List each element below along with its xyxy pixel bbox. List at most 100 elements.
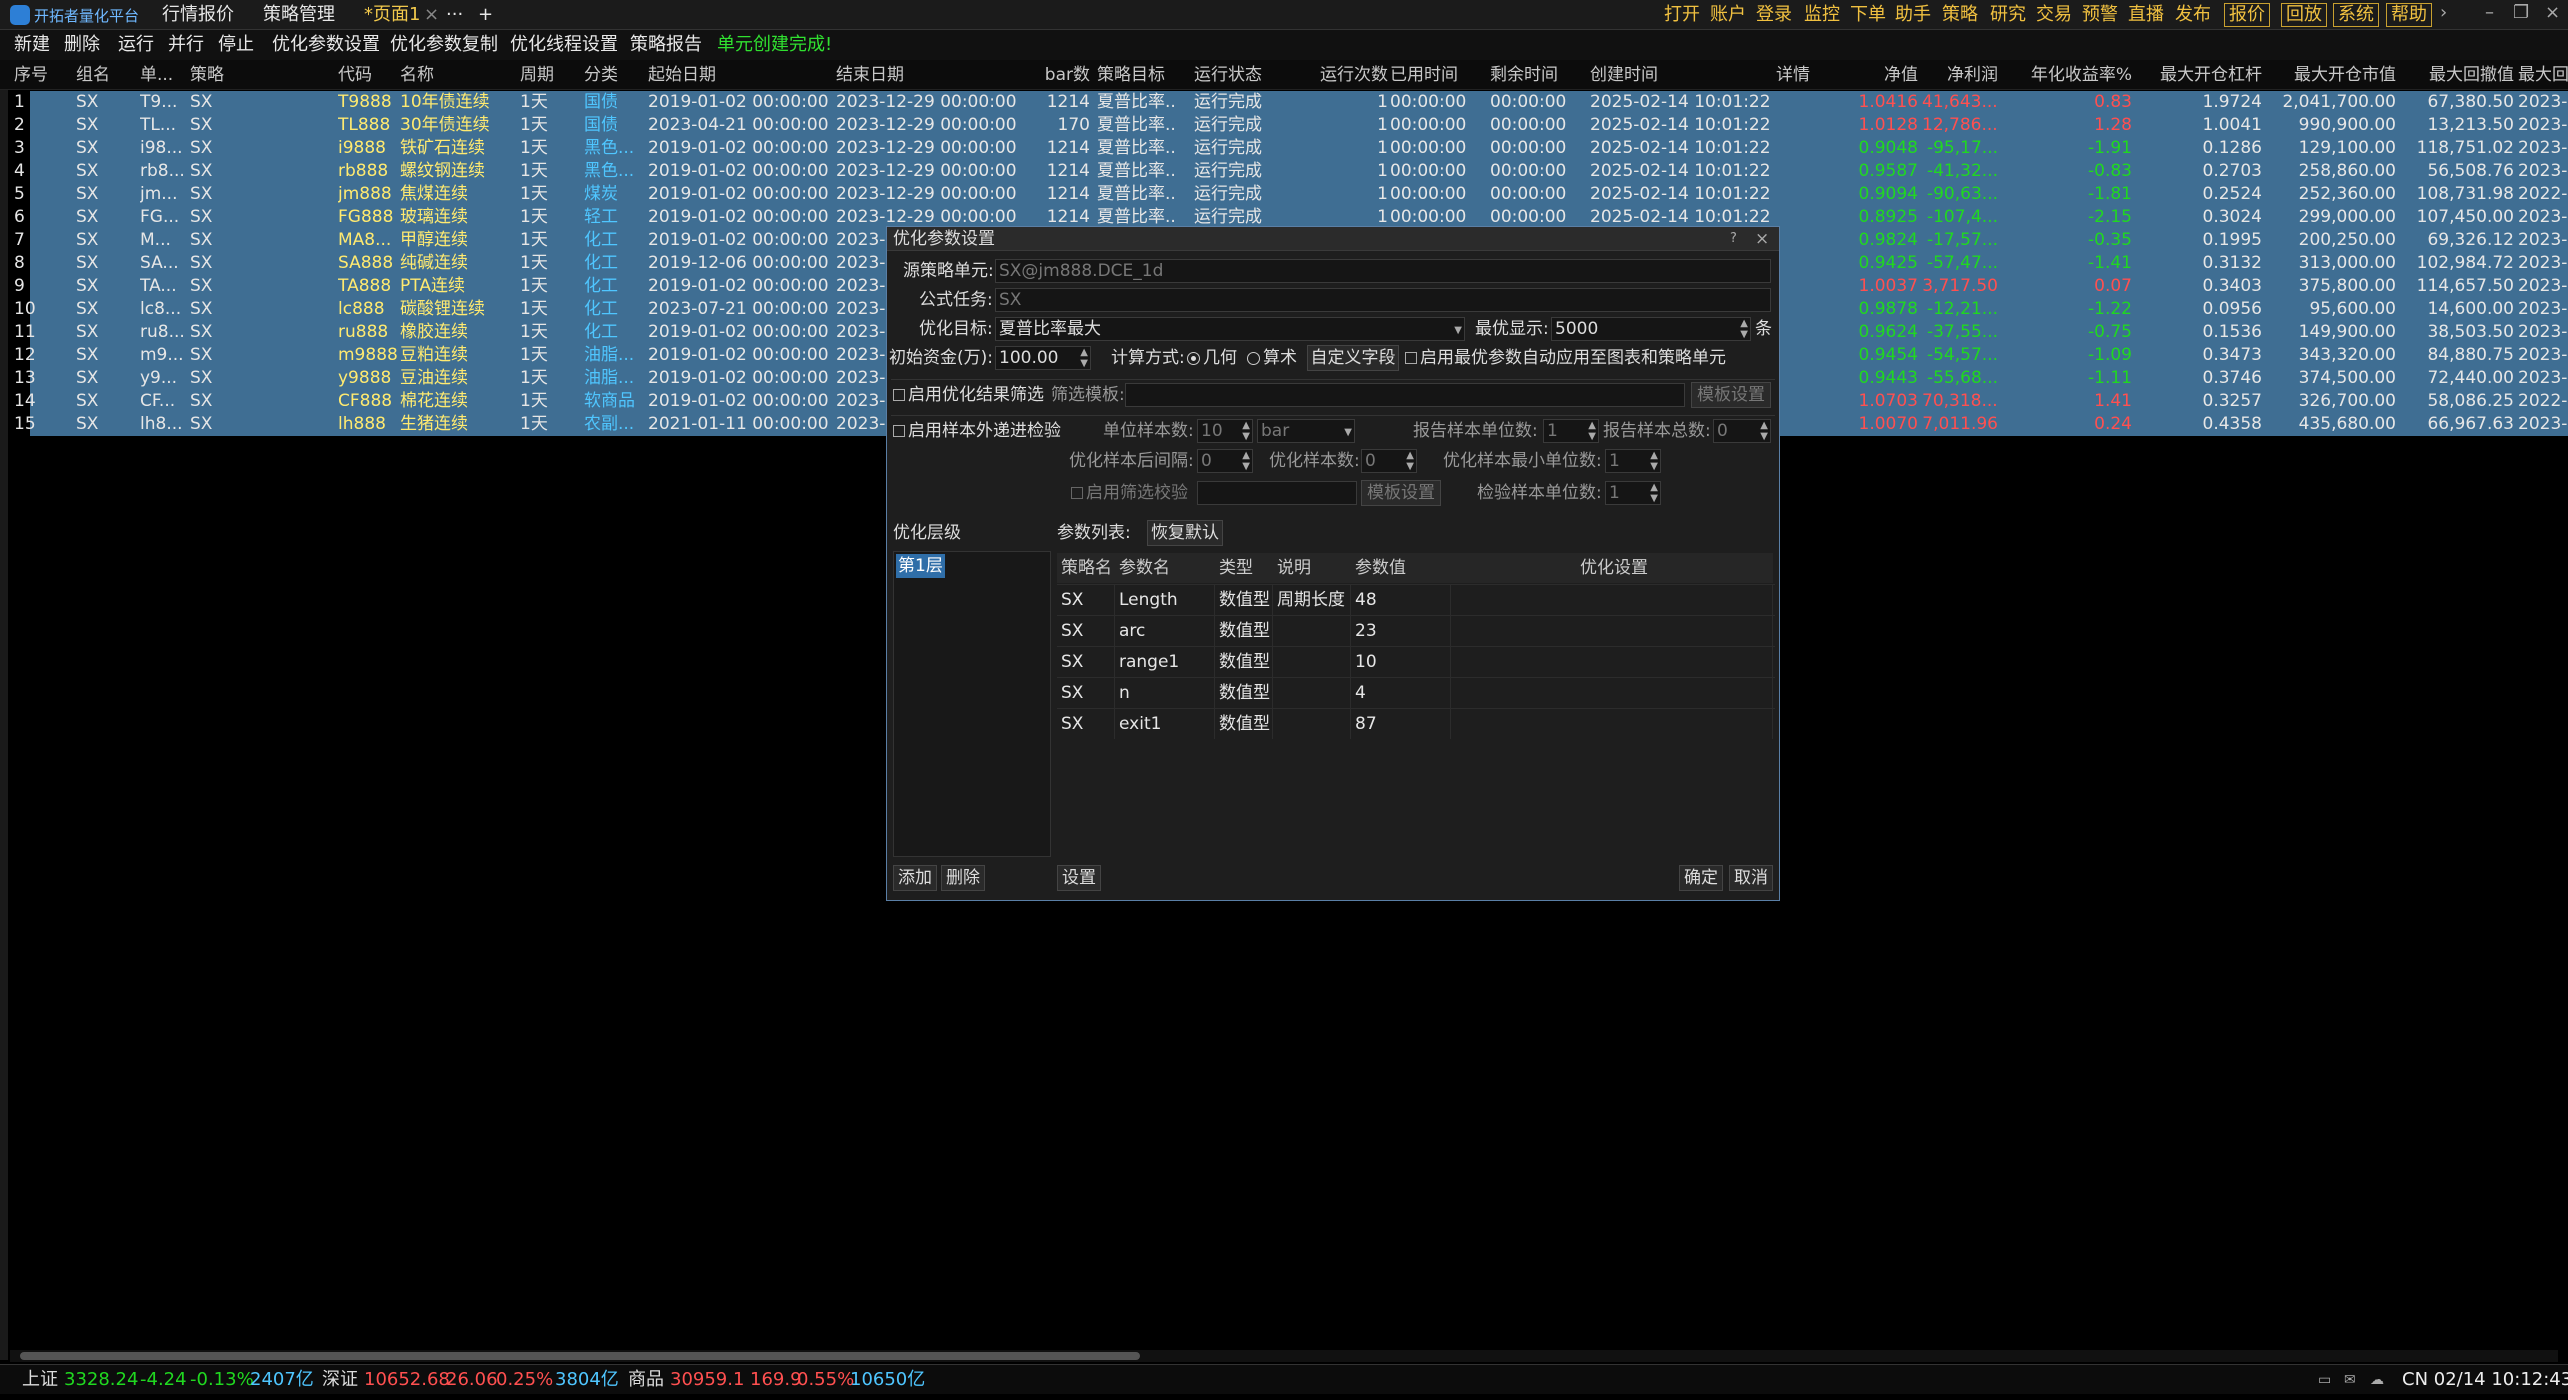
- help-icon[interactable]: ?: [1730, 227, 1737, 251]
- restore-icon[interactable]: ❐: [2513, 2, 2529, 23]
- param-cell[interactable]: 23: [1351, 616, 1451, 646]
- col-header[interactable]: 组名: [76, 64, 126, 86]
- col-header[interactable]: 策略目标: [1097, 64, 1177, 86]
- tab-market-quotes[interactable]: 行情报价: [162, 3, 234, 27]
- close-window-icon[interactable]: ×: [2545, 2, 2560, 23]
- message-icon[interactable]: ✉: [2344, 1369, 2356, 1391]
- spinner-icon[interactable]: ▲ ▼: [1650, 450, 1658, 472]
- param-row[interactable]: SX Length 数值型 周期长度 48: [1057, 584, 1775, 615]
- spinner-icon[interactable]: ▲ ▼: [1760, 420, 1768, 442]
- menu-publish[interactable]: 发布: [2175, 3, 2211, 27]
- template-settings-button-2[interactable]: 模板设置: [1361, 480, 1441, 506]
- ok-button[interactable]: 确定: [1679, 865, 1723, 891]
- param-cell[interactable]: 87: [1351, 709, 1451, 739]
- param-cell[interactable]: [1451, 585, 1773, 615]
- col-header[interactable]: 最大开仓杠杆: [2140, 64, 2262, 86]
- minimize-icon[interactable]: –: [2485, 2, 2494, 23]
- spinner-icon[interactable]: ▲ ▼: [1740, 318, 1748, 340]
- filter-enable-checkbox[interactable]: 启用优化结果筛选: [893, 383, 1044, 407]
- menu-assistant[interactable]: 助手: [1895, 3, 1931, 27]
- auto-apply-checkbox[interactable]: 启用最优参数自动应用至图表和策略单元: [1405, 346, 1726, 370]
- col-header[interactable]: 剩余时间: [1490, 64, 1570, 86]
- col-header[interactable]: bar数: [1030, 64, 1090, 86]
- tab-close-icon[interactable]: ×: [424, 3, 439, 27]
- calc-arithmetic-radio[interactable]: 算术: [1247, 346, 1297, 370]
- param-row[interactable]: SX exit1 数值型 87: [1057, 708, 1775, 739]
- add-tab-icon[interactable]: +: [478, 3, 493, 27]
- param-cell[interactable]: 10: [1351, 647, 1451, 677]
- opt-min-input[interactable]: 1 ▲ ▼: [1605, 449, 1661, 473]
- help-button[interactable]: 帮助: [2386, 3, 2432, 27]
- col-header[interactable]: 最大回撤值: [2400, 64, 2514, 86]
- toolbar-new-button[interactable]: 新建: [14, 33, 50, 57]
- col-header[interactable]: 名称: [400, 64, 500, 86]
- cloud-icon[interactable]: ☁: [2370, 1369, 2384, 1391]
- unit-count-input[interactable]: 10 ▲ ▼: [1197, 419, 1253, 443]
- scrollbar-thumb[interactable]: [20, 1352, 1140, 1360]
- system-button[interactable]: 系统: [2333, 3, 2379, 27]
- unit-type-select[interactable]: bar ▼: [1257, 419, 1355, 443]
- menu-account[interactable]: 账户: [1710, 3, 1746, 27]
- menu-open[interactable]: 打开: [1664, 3, 1700, 27]
- menu-strategy[interactable]: 策略: [1942, 3, 1978, 27]
- opt-target-select[interactable]: 夏普比率最大 ▼: [995, 317, 1465, 341]
- col-header[interactable]: 运行次数: [1300, 64, 1388, 86]
- more-tabs-icon[interactable]: ···: [446, 3, 463, 27]
- oos-enable-checkbox[interactable]: 启用样本外递进检验: [893, 419, 1061, 443]
- opt-count-input[interactable]: 0 ▲ ▼: [1361, 449, 1417, 473]
- param-row[interactable]: SX arc 数值型 23: [1057, 615, 1775, 646]
- table-row[interactable]: 5 SX jm... SX jm888 焦煤连续 1天 煤炭 2019-01-02 00:00:…: [14, 183, 2568, 206]
- col-header[interactable]: 已用时间: [1390, 64, 1470, 86]
- col-header[interactable]: 策略: [190, 64, 260, 86]
- table-row[interactable]: 4 SX rb8... SX rb888 螺纹钢连续 1天 黑色... 2019-01-02 0…: [14, 160, 2568, 183]
- add-button[interactable]: 添加: [893, 865, 937, 891]
- max-show-input[interactable]: 5000 ▲ ▼: [1551, 317, 1751, 341]
- report-total-input[interactable]: 0 ▲ ▼: [1713, 419, 1771, 443]
- param-cell[interactable]: 4: [1351, 678, 1451, 708]
- report-unit-input[interactable]: 1 ▲ ▼: [1543, 419, 1599, 443]
- cancel-button[interactable]: 取消: [1729, 865, 1773, 891]
- col-header[interactable]: 详情: [1776, 64, 1816, 86]
- horizontal-scrollbar[interactable]: [10, 1350, 2558, 1362]
- col-header[interactable]: 创建时间: [1590, 64, 1770, 86]
- param-row[interactable]: SX n 数值型 4: [1057, 677, 1775, 708]
- param-cell[interactable]: [1451, 647, 1773, 677]
- col-header[interactable]: 代码: [338, 64, 408, 86]
- filter-verify-checkbox[interactable]: 启用筛选校验: [1071, 481, 1188, 505]
- toolbar-opt-thread-settings-button[interactable]: 优化线程设置: [510, 33, 618, 57]
- calc-geometric-radio[interactable]: 几何: [1187, 346, 1237, 370]
- col-header[interactable]: 结束日期: [836, 64, 1016, 86]
- menu-monitor[interactable]: 监控: [1804, 3, 1840, 27]
- gap-input[interactable]: 0 ▲ ▼: [1197, 449, 1253, 473]
- spinner-icon[interactable]: ▲ ▼: [1242, 420, 1250, 442]
- spinner-icon[interactable]: ▲ ▼: [1650, 482, 1658, 504]
- tab-page1[interactable]: *页面1: [364, 3, 420, 27]
- layer-item[interactable]: 第1层: [896, 554, 945, 578]
- table-row[interactable]: 2 SX TL... SX TL888 30年债连续 1天 国债 2023-04-21 00:0…: [14, 114, 2568, 137]
- capital-input[interactable]: 100.00 ▲ ▼: [995, 346, 1091, 370]
- tab-strategy-management[interactable]: 策略管理: [263, 3, 335, 27]
- table-row[interactable]: 3 SX i98... SX i9888 铁矿石连续 1天 黑色... 2019-01-02 0…: [14, 137, 2568, 160]
- toolbar-stop-button[interactable]: 停止: [218, 33, 254, 57]
- col-header[interactable]: 最大开仓市值: [2264, 64, 2396, 86]
- param-cell[interactable]: 48: [1351, 585, 1451, 615]
- spinner-icon[interactable]: ▲ ▼: [1080, 347, 1088, 369]
- menu-login[interactable]: 登录: [1756, 3, 1792, 27]
- param-row[interactable]: SX range1 数值型 10: [1057, 646, 1775, 677]
- settings-button[interactable]: 设置: [1057, 865, 1101, 891]
- col-header[interactable]: 净利润: [1922, 64, 1998, 86]
- menu-research[interactable]: 研究: [1990, 3, 2026, 27]
- table-row[interactable]: 1 SX T9... SX T9888 10年债连续 1天 国债 2019-01-02 00:0…: [14, 91, 2568, 114]
- menu-order[interactable]: 下单: [1850, 3, 1886, 27]
- menu-live[interactable]: 直播: [2128, 3, 2164, 27]
- col-header[interactable]: 运行状态: [1194, 64, 1274, 86]
- quote-button[interactable]: 报价: [2224, 3, 2270, 27]
- spinner-icon[interactable]: ▲ ▼: [1406, 450, 1414, 472]
- col-header[interactable]: 周期: [520, 64, 570, 86]
- toolbar-run-button[interactable]: 运行: [118, 33, 154, 57]
- toolbar-opt-param-copy-button[interactable]: 优化参数复制: [390, 33, 498, 57]
- dialog-close-icon[interactable]: ×: [1755, 227, 1769, 251]
- menu-trade[interactable]: 交易: [2036, 3, 2072, 27]
- toolbar-delete-button[interactable]: 删除: [64, 33, 100, 57]
- col-header[interactable]: 序号: [14, 64, 54, 86]
